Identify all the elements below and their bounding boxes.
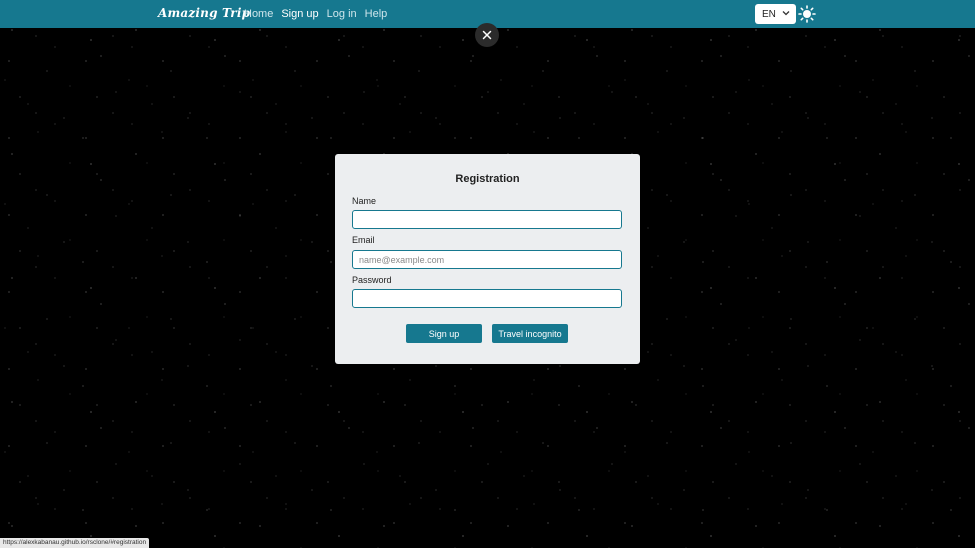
nav-link-help[interactable]: Help xyxy=(365,8,388,20)
nav-link-login[interactable]: Log in xyxy=(327,8,357,20)
name-field[interactable] xyxy=(352,210,622,229)
travel-incognito-button[interactable]: Travel incognito xyxy=(492,324,568,343)
close-modal-button[interactable] xyxy=(475,23,499,47)
email-label: Email xyxy=(352,235,375,245)
signup-button[interactable]: Sign up xyxy=(406,324,482,343)
language-select[interactable]: EN xyxy=(755,4,796,24)
password-label: Password xyxy=(352,275,392,285)
nav-links: Home Sign up Log in Help xyxy=(244,8,395,20)
status-bar-url: https://alexkabanau.github.io/rsclone/#r… xyxy=(0,538,150,548)
password-field[interactable] xyxy=(352,289,622,308)
brand-logo[interactable]: Amazing Trip xyxy=(158,6,250,20)
name-label: Name xyxy=(352,196,377,206)
close-icon xyxy=(482,30,492,40)
modal-title: Registration xyxy=(455,173,520,185)
nav-link-home[interactable]: Home xyxy=(244,8,273,20)
email-field[interactable] xyxy=(352,250,622,269)
registration-modal: Registration Name Email Password Sign up… xyxy=(335,154,640,364)
sun-icon[interactable] xyxy=(798,5,816,23)
language-value: EN xyxy=(762,8,776,20)
chevron-down-icon xyxy=(782,11,790,16)
nav-link-signup[interactable]: Sign up xyxy=(281,8,318,20)
